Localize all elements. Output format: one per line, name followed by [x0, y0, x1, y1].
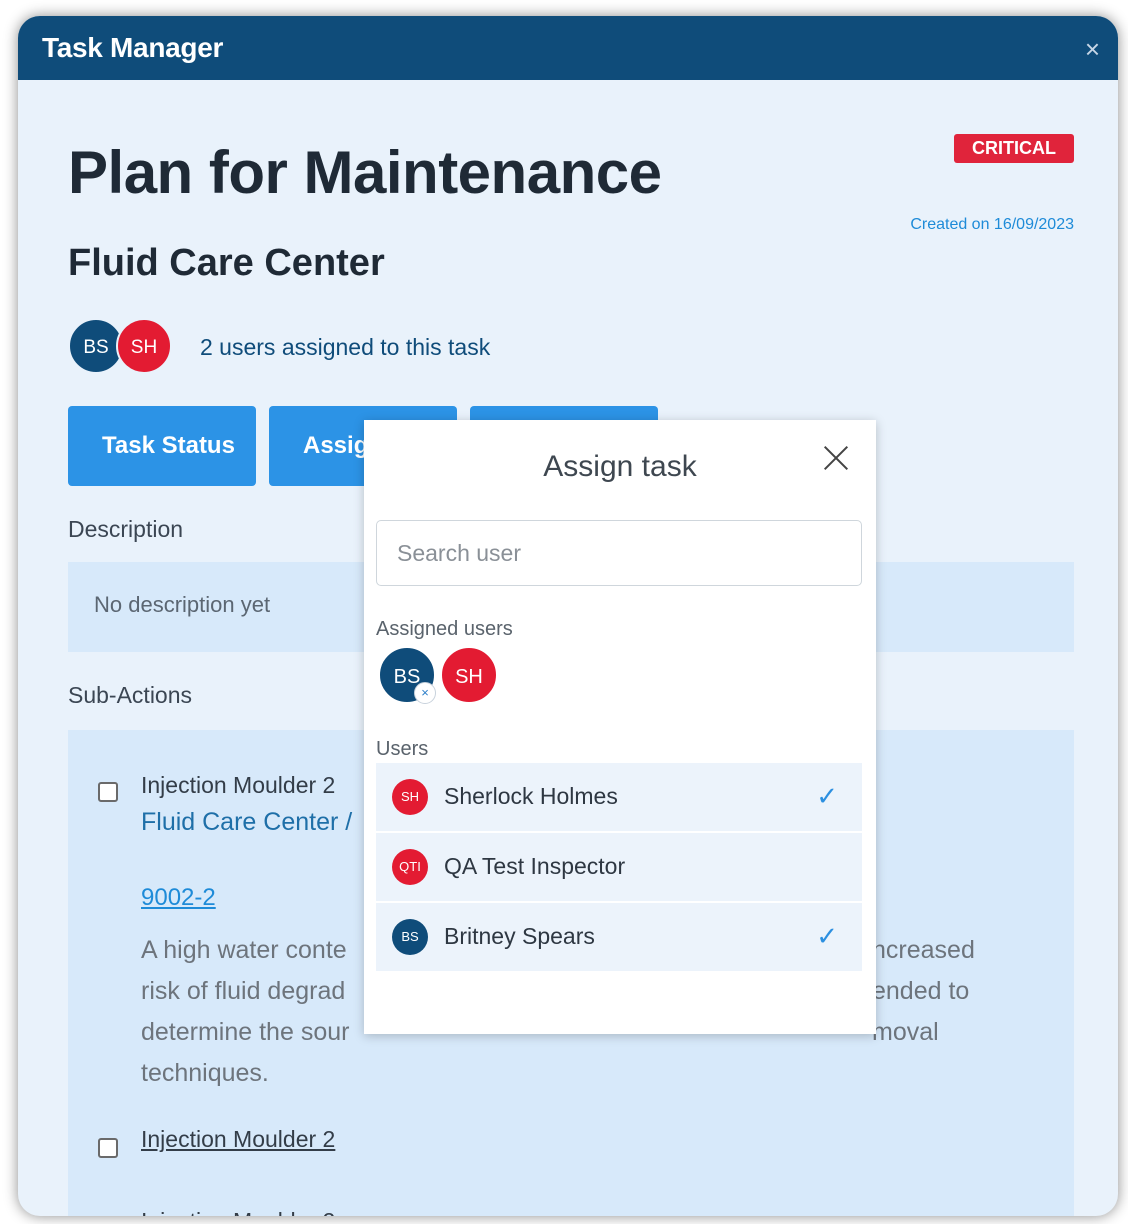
description-text: No description yet: [94, 592, 271, 617]
users-label: Users: [376, 738, 429, 760]
modal-close-icon[interactable]: [822, 444, 850, 472]
task-status-button[interactable]: Task Status: [68, 406, 256, 486]
assign-task-modal: Assign task Assigned users BS × SH Users…: [364, 420, 876, 1034]
sub-action-text-line: moval: [872, 1018, 939, 1046]
sub-action-link[interactable]: 9002-2: [141, 884, 216, 912]
user-row-sherlock-holmes[interactable]: SH Sherlock Holmes ✓: [376, 763, 862, 831]
sub-action-text-line: risk of fluid degrad: [141, 977, 346, 1005]
user-row-qa-test-inspector[interactable]: QTI QA Test Inspector: [376, 833, 862, 901]
remove-user-icon[interactable]: ×: [414, 682, 436, 704]
user-name: QA Test Inspector: [444, 853, 626, 879]
user-row-britney-spears[interactable]: BS Britney Spears ✓: [376, 903, 862, 971]
priority-badge: CRITICAL: [954, 134, 1074, 163]
search-user-input[interactable]: [376, 520, 862, 586]
assigned-avatar-sh[interactable]: SH: [440, 646, 498, 704]
sub-action-checkbox[interactable]: [98, 782, 118, 802]
sub-action-title[interactable]: Injection Moulder 2: [141, 772, 335, 799]
assigned-summary[interactable]: 2 users assigned to this task: [200, 334, 490, 361]
user-name: Britney Spears: [444, 923, 595, 949]
sub-action-title[interactable]: Injection Moulder 2: [141, 1126, 335, 1153]
sub-action-checkbox[interactable]: [98, 1138, 118, 1158]
modal-title: Assign task: [543, 450, 697, 483]
sub-action-text-line: techniques.: [141, 1059, 269, 1087]
task-location: Fluid Care Center: [68, 242, 385, 284]
user-avatar: SH: [392, 779, 428, 815]
created-date: Created on 16/09/2023: [910, 216, 1074, 233]
user-name: Sherlock Holmes: [444, 783, 618, 809]
sub-action-text-line: A high water conte: [141, 936, 347, 964]
sub-actions-label: Sub-Actions: [68, 682, 193, 708]
sub-action-text-line: ncreased: [872, 936, 975, 964]
check-icon: ✓: [816, 781, 838, 811]
window-title: Task Manager: [42, 32, 224, 63]
task-title: Plan for Maintenance: [68, 139, 662, 206]
sub-action-location: Fluid Care Center /: [141, 808, 353, 836]
description-label: Description: [68, 516, 184, 542]
avatar-sh[interactable]: SH: [116, 318, 172, 374]
user-avatar: BS: [392, 919, 428, 955]
sub-action-title[interactable]: Injection Moulder 2: [141, 1208, 335, 1216]
sub-action-text-line: determine the sour: [141, 1018, 350, 1046]
assigned-users-label: Assigned users: [376, 618, 513, 640]
title-bar: Task Manager ×: [18, 16, 1118, 80]
close-icon[interactable]: ×: [1085, 34, 1100, 65]
user-avatar: QTI: [392, 849, 428, 885]
sub-action-text-line: ended to: [872, 977, 970, 1005]
check-icon: ✓: [816, 921, 838, 951]
